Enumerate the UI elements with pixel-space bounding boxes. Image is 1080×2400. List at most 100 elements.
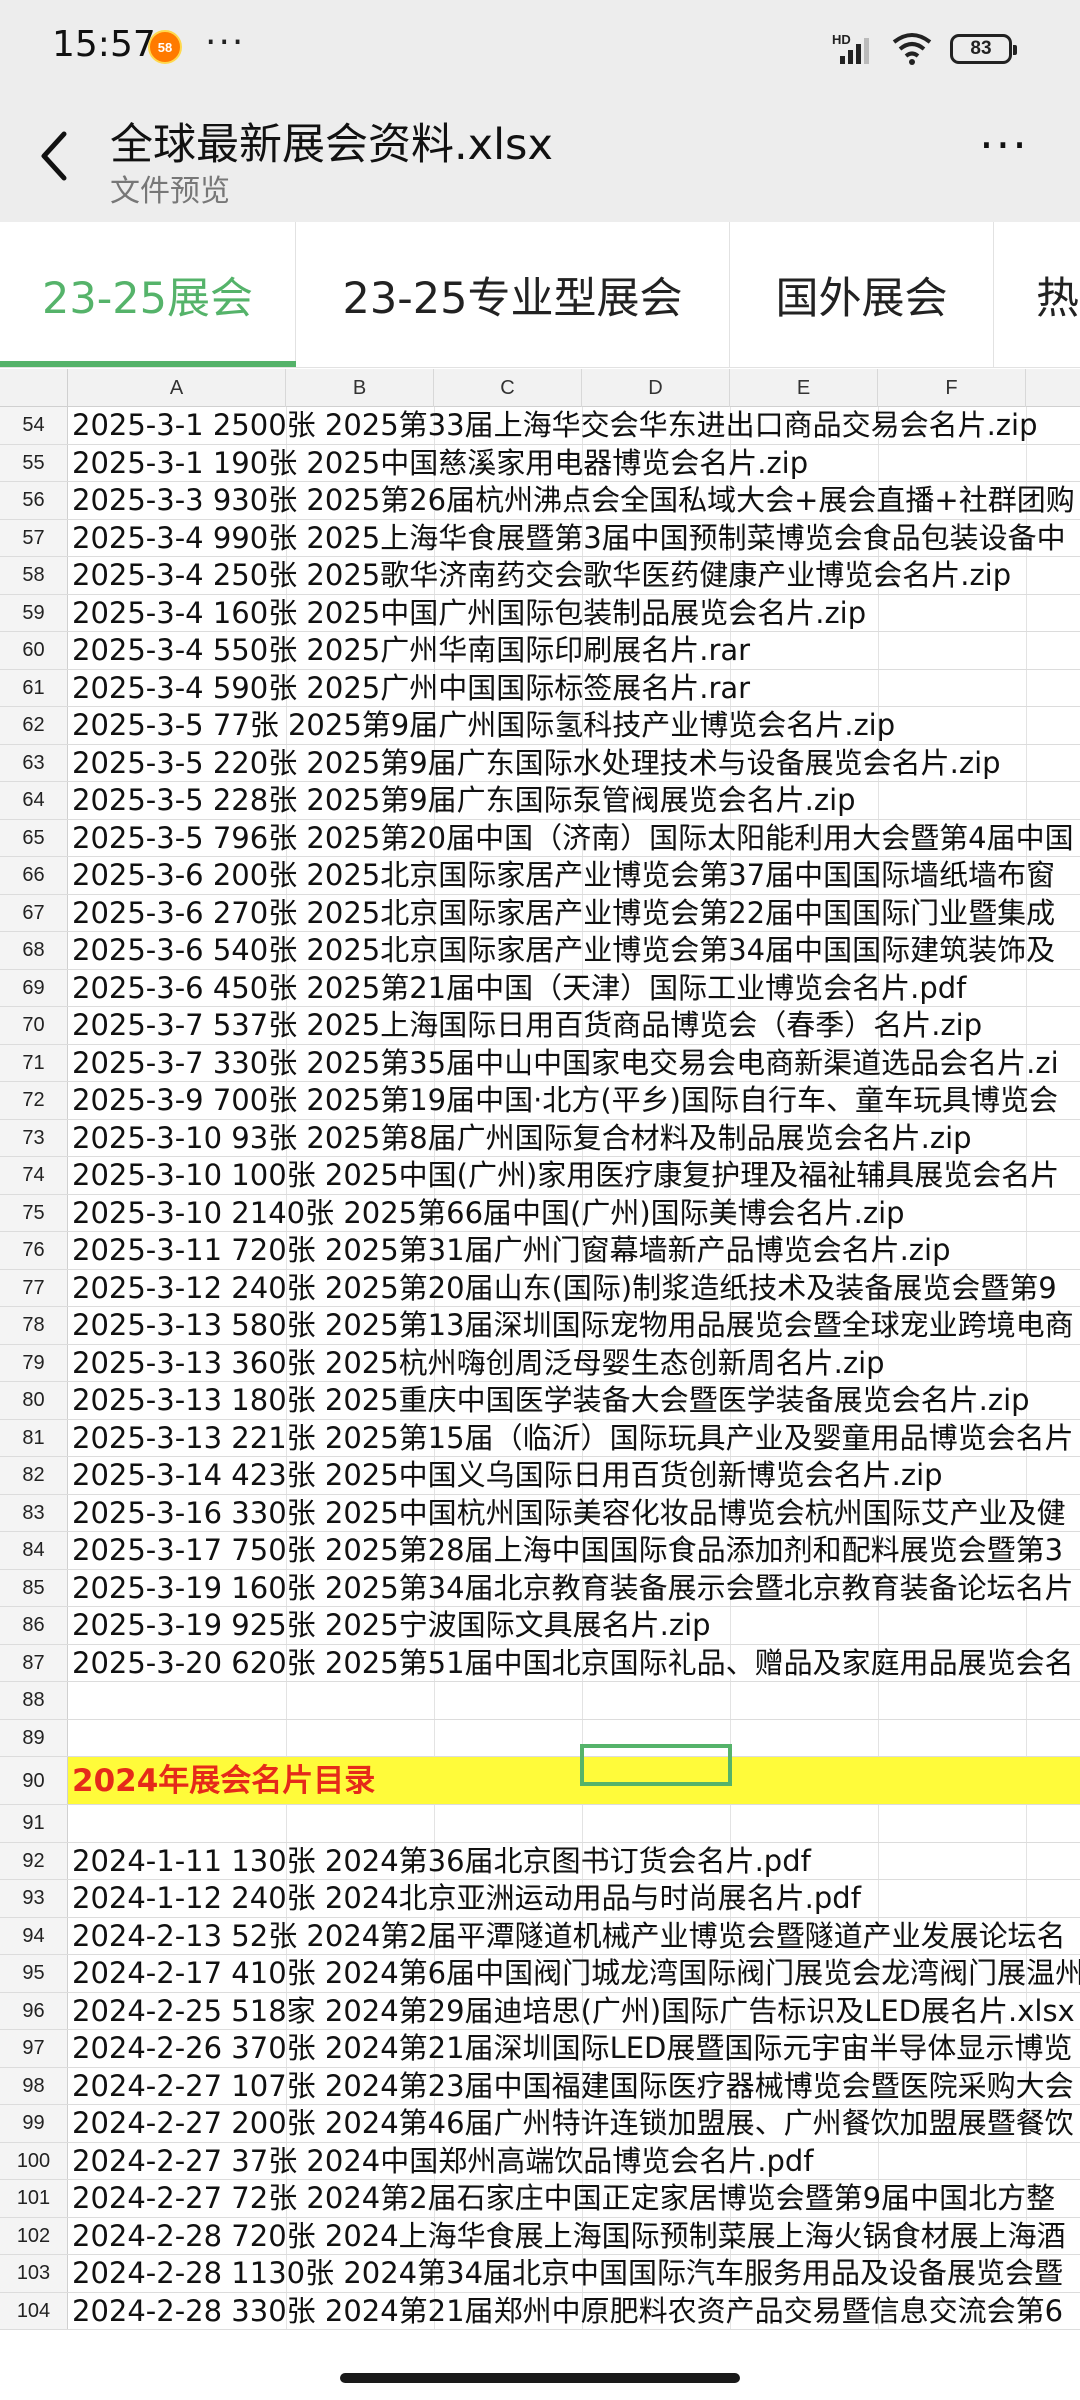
table-row[interactable]: 62 2025-3-5 77张 2025第9届广州国际氢科技产业博览会名片.zip bbox=[0, 707, 1080, 745]
row-number[interactable]: 76 bbox=[0, 1232, 68, 1269]
cell-a[interactable]: 2025-3-10 2140张 2025第66届中国(广州)国际美博会名片.zi… bbox=[72, 1195, 905, 1232]
table-row[interactable]: 70 2025-3-7 537张 2025上海国际日用百货商品博览会（春季）名片.… bbox=[0, 1007, 1080, 1045]
row-number[interactable]: 72 bbox=[0, 1082, 68, 1119]
row-number[interactable]: 67 bbox=[0, 894, 68, 931]
cell-a[interactable]: 2025-3-4 160张 2025中国广州国际包装制品展览会名片.zip bbox=[72, 595, 866, 632]
cell-a[interactable]: 2024-2-28 330张 2024第21届郑州中原肥料农资产品交易暨信息交流… bbox=[72, 2293, 1063, 2330]
table-row[interactable]: 104 2024-2-28 330张 2024第21届郑州中原肥料农资产品交易暨信… bbox=[0, 2292, 1080, 2330]
row-number[interactable]: 99 bbox=[0, 2105, 68, 2142]
row-number[interactable]: 68 bbox=[0, 932, 68, 969]
home-indicator[interactable] bbox=[340, 2373, 740, 2383]
cell-a[interactable]: 2025-3-19 160张 2025第34届北京教育装备展示会暨北京教育装备论… bbox=[72, 1570, 1074, 1607]
cell-a[interactable]: 2025-3-6 450张 2025第21届中国（天津）国际工业博览会名片.pd… bbox=[72, 970, 966, 1007]
row-number[interactable]: 63 bbox=[0, 744, 68, 781]
table-row[interactable]: 96 2024-2-25 518家 2024第29届迪培思(广州)国际广告标识及L… bbox=[0, 1992, 1080, 2030]
row-number[interactable]: 73 bbox=[0, 1119, 68, 1156]
row-number[interactable]: 60 bbox=[0, 632, 68, 669]
table-row[interactable]: 87 2025-3-20 620张 2025第51届中国北京国际礼品、赠品及家庭用… bbox=[0, 1644, 1080, 1682]
table-row[interactable]: 82 2025-3-14 423张 2025中国义乌国际日用百货创新博览会名片.z… bbox=[0, 1457, 1080, 1495]
row-number[interactable]: 94 bbox=[0, 1917, 68, 1954]
row-number[interactable]: 81 bbox=[0, 1419, 68, 1456]
row-number[interactable]: 57 bbox=[0, 519, 68, 556]
cell-a[interactable]: 2025-3-6 200张 2025北京国际家居产业博览会第37届中国国际墙纸墙… bbox=[72, 857, 1055, 894]
back-button[interactable] bbox=[30, 126, 80, 186]
row-number[interactable]: 79 bbox=[0, 1344, 68, 1381]
row-number[interactable]: 90 bbox=[0, 1757, 68, 1804]
cell-a[interactable]: 2025-3-5 228张 2025第9届广东国际泵管阀展览会名片.zip bbox=[72, 782, 856, 819]
cell-a[interactable]: 2025-3-6 540张 2025北京国际家居产业博览会第34届中国国际建筑装… bbox=[72, 932, 1055, 969]
table-row[interactable]: 94 2024-2-13 52张 2024第2届平潭隧道机械产业博览会暨隧道产业发… bbox=[0, 1917, 1080, 1955]
tab-hot[interactable]: 热 bbox=[994, 222, 1080, 367]
row-number[interactable]: 103 bbox=[0, 2255, 68, 2292]
cell-a[interactable]: 2025-3-19 925张 2025宁波国际文具展名片.zip bbox=[72, 1607, 711, 1644]
table-row[interactable]: 68 2025-3-6 540张 2025北京国际家居产业博览会第34届中国国际建… bbox=[0, 932, 1080, 970]
table-row[interactable]: 66 2025-3-6 200张 2025北京国际家居产业博览会第37届中国国际墙… bbox=[0, 857, 1080, 895]
cell-a[interactable]: 2025-3-5 220张 2025第9届广东国际水处理技术与设备展览会名片.z… bbox=[72, 745, 1001, 782]
row-number[interactable]: 69 bbox=[0, 969, 68, 1006]
cell-a[interactable]: 2025-3-4 250张 2025歌华济南药交会歌华医药健康产业博览会名片.z… bbox=[72, 557, 1011, 594]
row-number[interactable]: 56 bbox=[0, 482, 68, 519]
cell-a[interactable]: 2025-3-1 190张 2025中国慈溪家用电器博览会名片.zip bbox=[72, 445, 808, 482]
row-number[interactable]: 78 bbox=[0, 1307, 68, 1344]
table-row[interactable]: 56 2025-3-3 930张 2025第26届杭州沸点会全国私域大会+展会直播… bbox=[0, 482, 1080, 520]
table-row[interactable]: 89 bbox=[0, 1719, 1080, 1757]
cell-a[interactable]: 2025-3-14 423张 2025中国义乌国际日用百货创新博览会名片.zip bbox=[72, 1457, 943, 1494]
row-number[interactable]: 80 bbox=[0, 1382, 68, 1419]
column-header-f[interactable]: F bbox=[878, 369, 1026, 407]
cell-a[interactable]: 2025-3-6 270张 2025北京国际家居产业博览会第22届中国国际门业暨… bbox=[72, 895, 1055, 932]
table-row[interactable]: 98 2024-2-27 107张 2024第23届中国福建国际医疗器械博览会暨医… bbox=[0, 2067, 1080, 2105]
cell-a[interactable]: 2024-2-25 518家 2024第29届迪培思(广州)国际广告标识及LED… bbox=[72, 1993, 1075, 2030]
table-row[interactable]: 91 bbox=[0, 1805, 1080, 1843]
table-row[interactable]: 69 2025-3-6 450张 2025第21届中国（天津）国际工业博览会名片.… bbox=[0, 969, 1080, 1007]
table-row[interactable]: 80 2025-3-13 180张 2025重庆中国医学装备大会暨医学装备展览会名… bbox=[0, 1382, 1080, 1420]
column-header-b[interactable]: B bbox=[286, 369, 434, 407]
cell-a[interactable]: 2025-3-13 580张 2025第13届深圳国际宠物用品展览会暨全球宠业跨… bbox=[72, 1307, 1074, 1344]
cell-a[interactable]: 2025-3-7 537张 2025上海国际日用百货商品博览会（春季）名片.zi… bbox=[72, 1007, 982, 1044]
table-row[interactable]: 60 2025-3-4 550张 2025广州华南国际印刷展名片.rar bbox=[0, 632, 1080, 670]
cell-a[interactable]: 2024-2-13 52张 2024第2届平潭隧道机械产业博览会暨隧道产业发展论… bbox=[72, 1918, 1066, 1955]
row-number[interactable]: 96 bbox=[0, 1992, 68, 2029]
table-row[interactable]: 76 2025-3-11 720张 2025第31届广州门窗幕墙新产品博览会名片.… bbox=[0, 1232, 1080, 1270]
table-row[interactable]: 55 2025-3-1 190张 2025中国慈溪家用电器博览会名片.zip bbox=[0, 444, 1080, 482]
row-number[interactable]: 88 bbox=[0, 1682, 68, 1719]
table-row[interactable]: 59 2025-3-4 160张 2025中国广州国际包装制品展览会名片.zip bbox=[0, 594, 1080, 632]
table-row[interactable]: 103 2024-2-28 1130张 2024第34届北京中国国际汽车服务用品及… bbox=[0, 2255, 1080, 2293]
section-title-cell[interactable]: 2024年展会名片目录 bbox=[72, 1757, 375, 1804]
cell-a[interactable]: 2024-1-12 240张 2024北京亚洲运动用品与时尚展名片.pdf bbox=[72, 1880, 861, 1917]
table-row[interactable]: 75 2025-3-10 2140张 2025第66届中国(广州)国际美博会名片.… bbox=[0, 1194, 1080, 1232]
row-number[interactable]: 101 bbox=[0, 2180, 68, 2217]
cell-a[interactable]: 2025-3-9 700张 2025第19届中国·北方(平乡)国际自行车、童车玩… bbox=[72, 1082, 1058, 1119]
row-number[interactable]: 62 bbox=[0, 707, 68, 744]
tab-overseas-exhibitions[interactable]: 国外展会 bbox=[730, 222, 994, 367]
cell-a[interactable]: 2025-3-11 720张 2025第31届广州门窗幕墙新产品博览会名片.zi… bbox=[72, 1232, 950, 1269]
table-row[interactable]: 92 2024-1-11 130张 2024第36届北京图书订货会名片.pdf bbox=[0, 1842, 1080, 1880]
table-row[interactable]: 74 2025-3-10 100张 2025中国(广州)家用医疗康复护理及福祉辅具… bbox=[0, 1157, 1080, 1195]
row-number[interactable]: 70 bbox=[0, 1007, 68, 1044]
row-number[interactable]: 100 bbox=[0, 2142, 68, 2179]
cell-a[interactable]: 2025-3-13 221张 2025第15届（临沂）国际玩具产业及婴童用品博览… bbox=[72, 1420, 1074, 1457]
cell-a[interactable]: 2025-3-5 796张 2025第20届中国（济南）国际太阳能利用大会暨第4… bbox=[72, 820, 1074, 857]
row-number[interactable]: 59 bbox=[0, 594, 68, 631]
row-number[interactable]: 93 bbox=[0, 1880, 68, 1917]
table-row[interactable]: 73 2025-3-10 93张 2025第8届广州国际复合材料及制品展览会名片.… bbox=[0, 1119, 1080, 1157]
table-row[interactable]: 79 2025-3-13 360张 2025杭州嗨创周泛母婴生态创新周名片.zip bbox=[0, 1344, 1080, 1382]
cell-a[interactable]: 2024-2-27 72张 2024第2届石家庄中国正定家居博览会暨第9届中国北… bbox=[72, 2180, 1055, 2217]
row-number[interactable]: 86 bbox=[0, 1607, 68, 1644]
cell-a[interactable]: 2024-2-27 37张 2024中国郑州高端饮品博览会名片.pdf bbox=[72, 2143, 813, 2180]
cell-a[interactable]: 2025-3-10 93张 2025第8届广州国际复合材料及制品展览会名片.zi… bbox=[72, 1120, 972, 1157]
row-number[interactable]: 89 bbox=[0, 1719, 68, 1756]
cell-a[interactable]: 2025-3-13 360张 2025杭州嗨创周泛母婴生态创新周名片.zip bbox=[72, 1345, 885, 1382]
row-number[interactable]: 74 bbox=[0, 1157, 68, 1194]
cell-a[interactable]: 2024-2-26 370张 2024第21届深圳国际LED展暨国际元宇宙半导体… bbox=[72, 2030, 1072, 2067]
row-number[interactable]: 55 bbox=[0, 444, 68, 481]
row-number[interactable]: 104 bbox=[0, 2292, 68, 2329]
table-row[interactable]: 58 2025-3-4 250张 2025歌华济南药交会歌华医药健康产业博览会名片… bbox=[0, 557, 1080, 595]
row-number[interactable]: 85 bbox=[0, 1569, 68, 1606]
row-number[interactable]: 82 bbox=[0, 1457, 68, 1494]
tab-23-25-exhibitions[interactable]: 23-25展会 bbox=[0, 222, 296, 367]
column-header-e[interactable]: E bbox=[730, 369, 878, 407]
table-row[interactable]: 99 2024-2-27 200张 2024第46届广州特许连锁加盟展、广州餐饮加… bbox=[0, 2105, 1080, 2143]
table-row[interactable]: 72 2025-3-9 700张 2025第19届中国·北方(平乡)国际自行车、童… bbox=[0, 1082, 1080, 1120]
row-number[interactable]: 95 bbox=[0, 1955, 68, 1992]
row-number[interactable]: 54 bbox=[0, 407, 68, 444]
